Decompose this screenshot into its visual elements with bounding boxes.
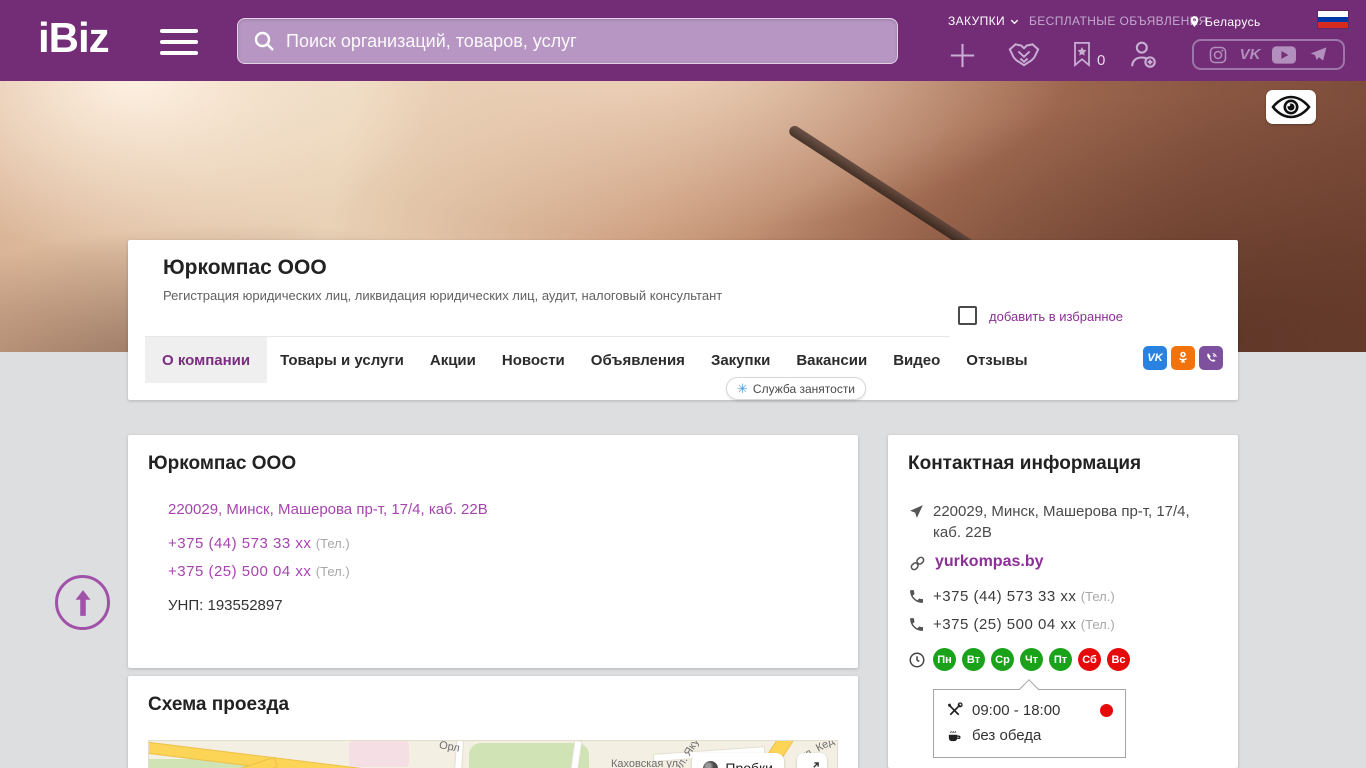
day-badge-wed[interactable]: Ср: [991, 648, 1014, 671]
chevron-down-icon: [1010, 19, 1019, 24]
street-label: Орл: [438, 740, 461, 755]
company-description: Регистрация юридических лиц, ликвидация …: [163, 288, 723, 303]
traffic-light-icon: [703, 760, 719, 768]
instagram-icon[interactable]: [1208, 45, 1228, 65]
day-badge-mon[interactable]: Пн: [933, 648, 956, 671]
about-title: Юркомпас ООО: [148, 453, 297, 474]
header: iBiz ЗАКУПКИ БЕСПЛАТНЫЕ ОБЪЯВЛЕНИЯ Белар…: [0, 0, 1366, 81]
map-fullscreen-button[interactable]: [797, 753, 827, 768]
phone-link[interactable]: +375 (25) 500 04 xx: [168, 563, 311, 580]
map-district-area: [349, 741, 409, 767]
about-phone-row: +375 (25) 500 04 xx (Тел.): [168, 563, 350, 581]
arrow-up-icon: [75, 589, 90, 616]
about-card: Юркомпас ООО 220029, Минск, Машерова пр-…: [128, 435, 858, 668]
register-user-icon[interactable]: [1126, 38, 1159, 71]
phone-number[interactable]: +375 (44) 573 33 xx: [933, 588, 1076, 605]
day-badge-sat[interactable]: Сб: [1078, 648, 1101, 671]
free-ads-link[interactable]: БЕСПЛАТНЫЕ ОБЪЯВЛЕНИЯ: [1029, 14, 1208, 28]
company-name: Юркомпас ООО: [163, 256, 327, 279]
map-title: Схема проезда: [148, 694, 290, 715]
favorites-count[interactable]: 0: [1097, 52, 1105, 69]
procurement-link[interactable]: ЗАКУПКИ: [948, 14, 1020, 28]
tab-promotions[interactable]: Акции: [417, 337, 489, 383]
views-eye-button[interactable]: [1266, 90, 1316, 124]
navigation-arrow-icon: [910, 505, 923, 518]
region-selector[interactable]: Беларусь: [1188, 14, 1261, 29]
youtube-icon[interactable]: [1272, 45, 1297, 64]
lunch-info: без обеда: [972, 727, 1042, 744]
phone-icon: [910, 590, 924, 603]
contact-address: 220029, Минск, Машерова пр-т, 17/4, каб.…: [933, 503, 1190, 541]
eye-icon: [1271, 95, 1311, 119]
company-unp: УНП: 193552897: [168, 597, 283, 614]
phone-type: (Тел.): [1080, 617, 1115, 632]
search-bar: [237, 18, 898, 64]
handshake-icon[interactable]: [1006, 38, 1042, 72]
day-badge-thu[interactable]: Чт: [1020, 648, 1043, 671]
tab-products[interactable]: Товары и услуги: [267, 337, 417, 383]
street-label: Каховская ул.: [611, 758, 682, 768]
vk-icon[interactable]: VK: [1240, 46, 1261, 63]
vk-share-icon[interactable]: VK: [1143, 346, 1167, 370]
tab-video[interactable]: Видео: [880, 337, 953, 383]
phone-type: (Тел.): [315, 564, 350, 579]
tab-news[interactable]: Новости: [489, 337, 578, 383]
employment-badge-label: Служба занятости: [752, 381, 856, 396]
company-social-links: VK: [1143, 346, 1223, 370]
working-hours-tooltip: 09:00 - 18:00 без обеда: [933, 679, 1126, 758]
contact-info-card: Контактная информация 220029, Минск, Маш…: [888, 435, 1238, 768]
clock-icon: [909, 652, 925, 668]
phone-icon: [910, 618, 924, 631]
phone-number[interactable]: +375 (25) 500 04 xx: [933, 616, 1076, 633]
map[interactable]: Орл Каховская ул. ул. Яку ул. Кед Пробки: [148, 740, 838, 768]
traffic-button[interactable]: Пробки: [692, 753, 784, 768]
search-icon: [254, 31, 274, 51]
link-icon: [910, 556, 925, 571]
closed-now-indicator: [1100, 704, 1113, 717]
add-company-icon[interactable]: [947, 40, 978, 71]
working-days: Пн Вт Ср Чт Пт Сб Вс: [933, 648, 1130, 671]
menu-icon[interactable]: [160, 29, 198, 55]
company-header-card: Юркомпас ООО Регистрация юридических лиц…: [128, 240, 1238, 400]
favorite-label[interactable]: добавить в избранное: [989, 309, 1123, 324]
scroll-to-top-button[interactable]: [55, 575, 110, 630]
favorites-bookmark-icon[interactable]: [1068, 38, 1096, 70]
expand-icon: [812, 761, 819, 768]
tab-about[interactable]: О компании: [145, 337, 268, 383]
viber-icon[interactable]: [1199, 346, 1223, 370]
coffee-cup-icon: [948, 731, 961, 742]
day-badge-fri[interactable]: Пт: [1049, 648, 1072, 671]
location-pin-icon: [1190, 16, 1199, 27]
tools-icon: [947, 702, 963, 716]
odnoklassniki-icon[interactable]: [1171, 346, 1195, 370]
tooltip-caret: [1019, 679, 1039, 699]
about-address-link[interactable]: 220029, Минск, Машерова пр-т, 17/4, каб.…: [168, 501, 488, 518]
tab-ads[interactable]: Объявления: [578, 337, 698, 383]
contact-title: Контактная информация: [908, 453, 1142, 474]
page: iBiz ЗАКУПКИ БЕСПЛАТНЫЕ ОБЪЯВЛЕНИЯ Белар…: [0, 0, 1366, 768]
about-phone-row: +375 (44) 573 33 xx (Тел.): [168, 535, 350, 553]
phone-type: (Тел.): [315, 536, 350, 551]
phone-type: (Тел.): [1080, 589, 1115, 604]
language-flag-ru[interactable]: [1318, 11, 1348, 28]
contact-phone-row: +375 (44) 573 33 xx (Тел.): [933, 588, 1115, 606]
tab-reviews[interactable]: Отзывы: [953, 337, 1040, 383]
employment-service-badge[interactable]: ✳ Служба занятости: [726, 377, 867, 400]
working-hours: 09:00 - 18:00: [972, 702, 1061, 719]
company-tabs: О компании Товары и услуги Акции Новости…: [145, 337, 1041, 383]
website-link[interactable]: yurkompas.by: [935, 553, 1043, 571]
telegram-icon[interactable]: [1308, 45, 1329, 64]
header-social-links: VK: [1192, 39, 1345, 70]
day-badge-tue[interactable]: Вт: [962, 648, 985, 671]
favorite-checkbox[interactable]: [958, 306, 977, 325]
employment-spark-icon: ✳: [737, 380, 748, 396]
logo[interactable]: iBiz: [38, 14, 110, 62]
map-card: Схема проезда Орл Каховская ул. ул. Яку …: [128, 676, 858, 768]
phone-link[interactable]: +375 (44) 573 33 xx: [168, 535, 311, 552]
search-input[interactable]: [286, 30, 883, 52]
contact-phone-row: +375 (25) 500 04 xx (Тел.): [933, 616, 1115, 634]
day-badge-sun[interactable]: Вс: [1107, 648, 1130, 671]
traffic-button-label: Пробки: [725, 760, 773, 768]
